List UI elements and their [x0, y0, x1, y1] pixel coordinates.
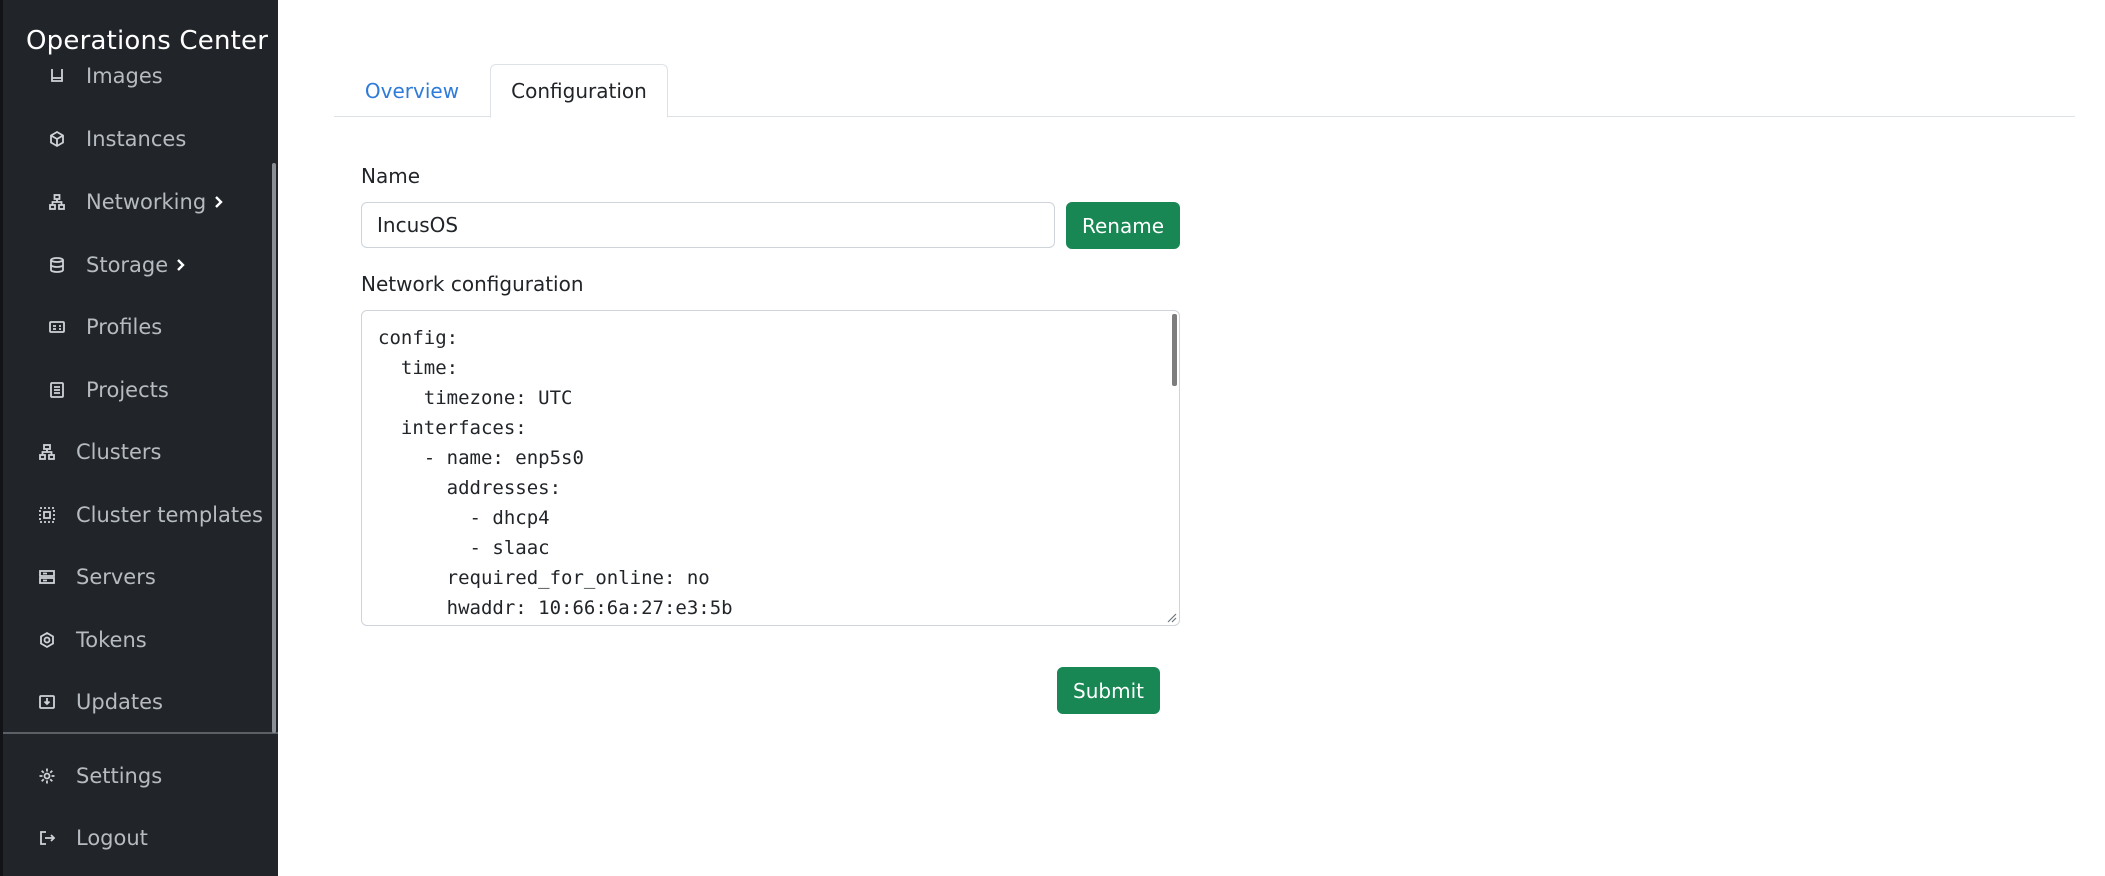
resize-grip-icon[interactable]: [1165, 611, 1177, 623]
tab-bar: Overview Configuration: [334, 64, 2075, 118]
sidebar: Operations Center Images Instances Netwo…: [0, 0, 278, 876]
sidebar-item-servers[interactable]: Servers: [36, 557, 156, 597]
template-icon: [36, 504, 58, 526]
sidebar-item-logout[interactable]: Logout: [36, 818, 148, 858]
sidebar-divider: [3, 732, 278, 734]
tab-overview[interactable]: Overview: [334, 64, 490, 117]
sidebar-item-updates[interactable]: Updates: [36, 682, 163, 722]
sidebar-item-label: Profiles: [86, 315, 163, 339]
sidebar-item-label: Settings: [76, 764, 163, 788]
rename-button[interactable]: Rename: [1066, 202, 1180, 249]
name-label: Name: [361, 164, 421, 188]
sidebar-item-label: Networking: [86, 190, 207, 214]
sidebar-item-projects[interactable]: Projects: [46, 370, 169, 410]
sidebar-item-settings[interactable]: Settings: [36, 756, 162, 796]
app-title: Operations Center: [26, 26, 269, 56]
submit-button[interactable]: Submit: [1057, 667, 1160, 714]
sidebar-item-label: Clusters: [76, 440, 162, 464]
cluster-icon: [36, 441, 58, 463]
id-card-icon: [46, 316, 68, 338]
sidebar-edge: [0, 0, 3, 876]
network-configuration-label: Network configuration: [361, 272, 584, 296]
logout-icon: [36, 827, 58, 849]
sidebar-item-label: Tokens: [76, 628, 147, 652]
database-icon: [46, 254, 68, 276]
sidebar-item-label: Projects: [86, 378, 169, 402]
sidebar-item-tokens[interactable]: Tokens: [36, 620, 147, 660]
sidebar-item-label: Updates: [76, 690, 163, 714]
name-input[interactable]: [361, 202, 1055, 248]
server-icon: [36, 566, 58, 588]
sidebar-item-profiles[interactable]: Profiles: [46, 307, 162, 347]
cube-icon: [46, 128, 68, 150]
image-icon: [46, 65, 68, 87]
network-configuration-text: config: time: timezone: UTC interfaces: …: [378, 327, 733, 619]
sidebar-item-label: Cluster templates: [76, 503, 263, 527]
sidebar-item-networking[interactable]: Networking: [46, 182, 226, 222]
download-icon: [36, 691, 58, 713]
sidebar-item-cluster-templates[interactable]: Cluster templates: [36, 495, 263, 535]
sidebar-item-label: Logout: [76, 826, 148, 850]
textarea-scrollbar[interactable]: [1172, 314, 1177, 386]
network-configuration-textarea[interactable]: config: time: timezone: UTC interfaces: …: [361, 310, 1180, 626]
sidebar-item-label: Servers: [76, 565, 156, 589]
network-icon: [46, 191, 68, 213]
sidebar-item-label: Storage: [86, 253, 169, 277]
chevron-right-icon: [212, 195, 226, 209]
sidebar-item-label: Instances: [86, 127, 187, 151]
sidebar-scrollbar[interactable]: [272, 163, 276, 733]
sidebar-item-instances[interactable]: Instances: [46, 119, 186, 159]
sidebar-item-label: Images: [86, 64, 163, 88]
token-icon: [36, 629, 58, 651]
gear-icon: [36, 765, 58, 787]
sidebar-item-storage[interactable]: Storage: [46, 245, 188, 285]
chevron-right-icon: [174, 258, 188, 272]
sidebar-item-images[interactable]: Images: [46, 56, 163, 96]
document-icon: [46, 379, 68, 401]
tab-configuration[interactable]: Configuration: [490, 64, 668, 118]
sidebar-item-clusters[interactable]: Clusters: [36, 432, 161, 472]
